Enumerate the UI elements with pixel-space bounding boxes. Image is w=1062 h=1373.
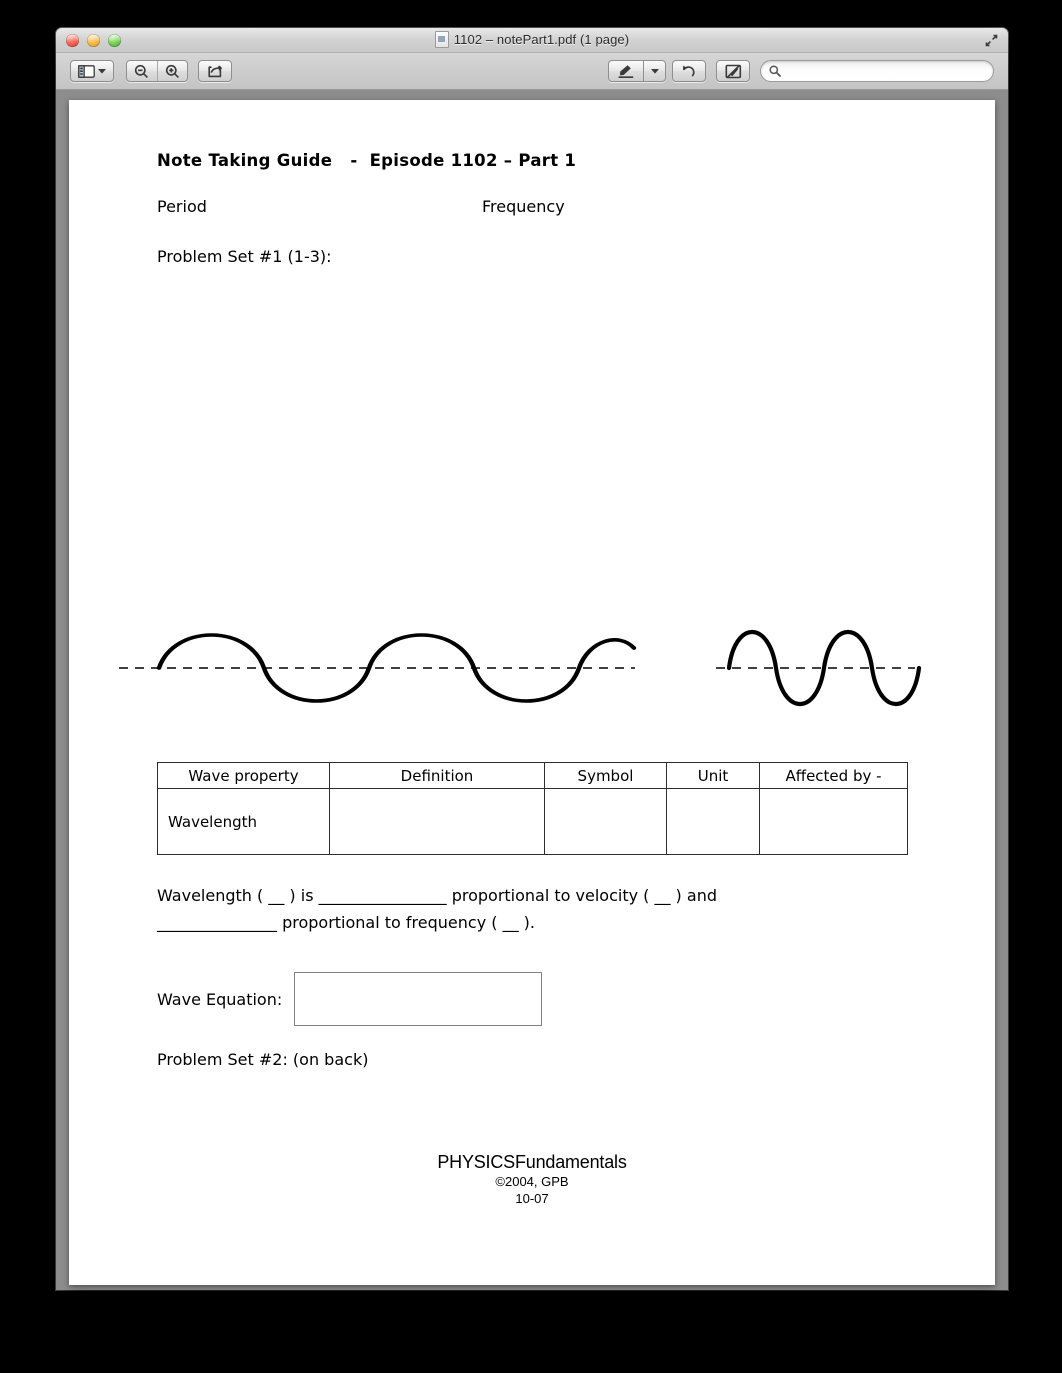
window-toolbar [56, 53, 1008, 90]
paragraph-line1-tail: proportional to velocity ( __ ) and [446, 886, 717, 905]
table-header-row: Wave property Definition Symbol Unit Aff… [157, 762, 908, 789]
pdf-document-icon [434, 31, 449, 48]
paragraph-line2-tail: proportional to frequency ( __ ). [277, 913, 535, 932]
header-unit: Unit [666, 762, 760, 789]
rotate-left-icon [683, 65, 695, 77]
maximize-window-button[interactable] [108, 34, 121, 47]
wave-figures [119, 608, 945, 728]
highlighter-icon [618, 65, 634, 78]
sidebar-toggle-button[interactable] [70, 60, 114, 82]
page-title: Note Taking Guide - Episode 1102 – Part … [157, 151, 577, 170]
zoom-out-icon [135, 64, 149, 78]
wavelength-proportionality-paragraph: Wavelength ( __ ) is ________________ pr… [157, 882, 897, 936]
minimize-window-button[interactable] [87, 34, 100, 47]
rotate-left-button[interactable] [672, 60, 706, 82]
short-wavelength-sine-wave [716, 629, 922, 707]
highlight-button[interactable] [608, 60, 644, 82]
chevron-down-icon [650, 69, 659, 74]
header-definition: Definition [329, 762, 545, 789]
pdf-page: Note Taking Guide - Episode 1102 – Part … [69, 100, 995, 1285]
header-affected-by: Affected by - [759, 762, 908, 789]
wave-equation-row: Wave Equation: [157, 972, 543, 1026]
search-input[interactable] [786, 64, 990, 78]
page-footer: PHYSICSFundamentals ©2004, GPB 10-07 [69, 1152, 995, 1206]
cell-unit [666, 788, 760, 855]
footer-brand: PHYSICSFundamentals [437, 1152, 627, 1172]
window-title-text: 1102 – notePart1.pdf (1 page) [453, 32, 630, 47]
zoom-in-button[interactable] [158, 61, 188, 81]
cell-definition [329, 788, 545, 855]
window-title-group: 1102 – notePart1.pdf (1 page) [56, 31, 1008, 48]
cell-affected-by [759, 788, 908, 855]
markup-tools-button[interactable] [716, 60, 750, 82]
highlight-color-dropdown[interactable] [644, 60, 666, 82]
problem-set-2-label: Problem Set #2: (on back) [157, 1050, 369, 1069]
zoom-out-button[interactable] [127, 61, 158, 81]
header-symbol: Symbol [544, 762, 667, 789]
close-window-button[interactable] [66, 34, 79, 47]
pen-markup-icon [724, 64, 741, 78]
header-wave-property: Wave property [157, 762, 330, 789]
chevron-down-icon [98, 69, 106, 74]
sidebar-icon [78, 64, 95, 78]
frequency-label: Frequency [482, 197, 565, 216]
long-wavelength-sine-wave [119, 633, 637, 703]
pdf-scroll-area[interactable]: Note Taking Guide - Episode 1102 – Part … [56, 90, 1008, 1290]
search-field[interactable] [760, 60, 994, 82]
window-titlebar[interactable]: 1102 – notePart1.pdf (1 page) [56, 28, 1008, 53]
cell-symbol [544, 788, 667, 855]
share-icon [208, 65, 223, 78]
wave-property-table: Wave property Definition Symbol Unit Aff… [157, 762, 908, 855]
problem-set-1-label: Problem Set #1 (1-3): [157, 247, 332, 266]
wave-equation-answer-box [294, 972, 543, 1026]
cell-wave-property: Wavelength [157, 788, 330, 855]
fullscreen-icon[interactable] [983, 32, 1000, 49]
search-icon [769, 65, 781, 77]
share-button[interactable] [198, 60, 232, 82]
wave-equation-label: Wave Equation: [157, 989, 283, 1009]
paragraph-line2-blank: _______________ [157, 913, 277, 932]
table-row: Wavelength [157, 788, 908, 855]
paragraph-line1-lead: Wavelength ( __ ) is [157, 886, 319, 905]
paragraph-line1-blank: ________________ [318, 886, 447, 905]
right-wave-curve [726, 629, 922, 707]
zoom-in-icon [165, 64, 179, 78]
zoom-button-group [126, 60, 188, 82]
period-label: Period [157, 197, 207, 216]
footer-copyright: ©2004, GPB [495, 1174, 569, 1189]
preview-window: 1102 – notePart1.pdf (1 page) Note Takin… [56, 28, 1008, 1290]
footer-date: 10-07 [515, 1191, 549, 1206]
